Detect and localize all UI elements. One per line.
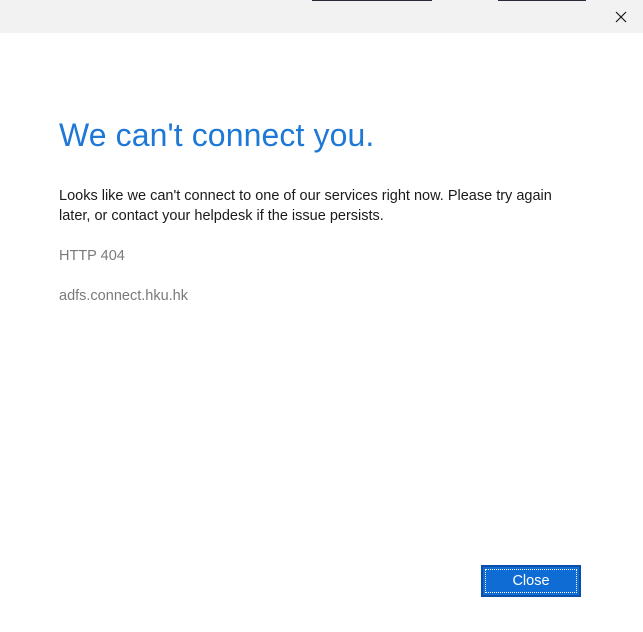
- close-icon[interactable]: [607, 4, 635, 30]
- title-bar-edge: [312, 0, 432, 1]
- dialog-content: We can't connect you. Looks like we can'…: [59, 112, 589, 306]
- title-bar: [0, 0, 643, 33]
- error-message: Looks like we can't connect to one of ou…: [59, 188, 552, 224]
- error-code: HTTP 404: [59, 248, 125, 264]
- error-dialog: We can't connect you. Looks like we can'…: [0, 0, 643, 632]
- close-button-label: Close: [512, 573, 550, 589]
- close-button[interactable]: Close: [481, 565, 581, 597]
- error-heading: We can't connect you.: [59, 117, 375, 153]
- title-bar-edge: [498, 0, 586, 1]
- server-host: adfs.connect.hku.hk: [59, 288, 188, 304]
